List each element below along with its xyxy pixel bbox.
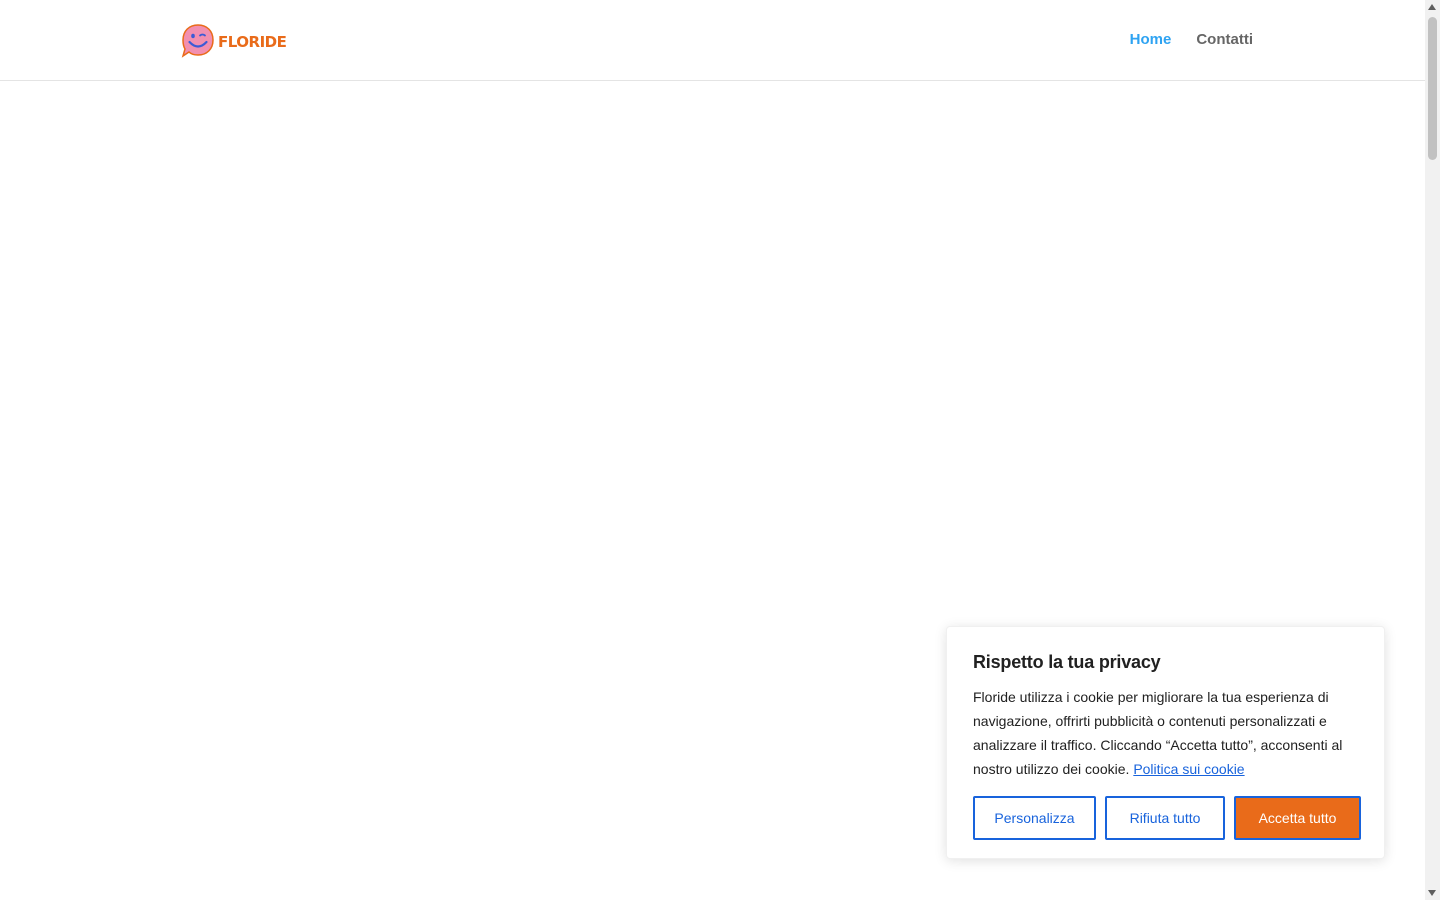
nav-item-contatti[interactable]: Contatti <box>1196 30 1253 50</box>
customize-button[interactable]: Personalizza <box>973 796 1096 840</box>
scrollbar-thumb[interactable] <box>1428 17 1437 160</box>
cookie-consent-banner: Rispetto la tua privacy Floride utilizza… <box>946 626 1385 859</box>
scroll-down-arrow-icon[interactable] <box>1428 890 1436 896</box>
logo-link[interactable]: FLORIDE <box>180 23 287 59</box>
cookie-banner-buttons: Personalizza Rifiuta tutto Accetta tutto <box>973 796 1361 840</box>
cookie-banner-text: Floride utilizza i cookie per migliorare… <box>973 685 1361 781</box>
page-scrollbar[interactable] <box>1425 0 1440 900</box>
page: FLORIDE Home Contatti Rispetto la tua pr… <box>0 0 1440 900</box>
scroll-up-arrow-icon[interactable] <box>1428 4 1436 10</box>
main-nav: Home Contatti <box>1130 30 1253 50</box>
cookie-policy-link[interactable]: Politica sui cookie <box>1133 761 1244 777</box>
accept-all-button[interactable]: Accetta tutto <box>1234 796 1361 840</box>
cookie-banner-title: Rispetto la tua privacy <box>973 652 1161 672</box>
logo-text: FLORIDE <box>218 33 287 51</box>
reject-all-button[interactable]: Rifiuta tutto <box>1105 796 1225 840</box>
nav-item-home[interactable]: Home <box>1130 30 1172 50</box>
smiley-chat-bubble-icon <box>181 24 214 58</box>
site-header: FLORIDE Home Contatti <box>0 0 1425 81</box>
